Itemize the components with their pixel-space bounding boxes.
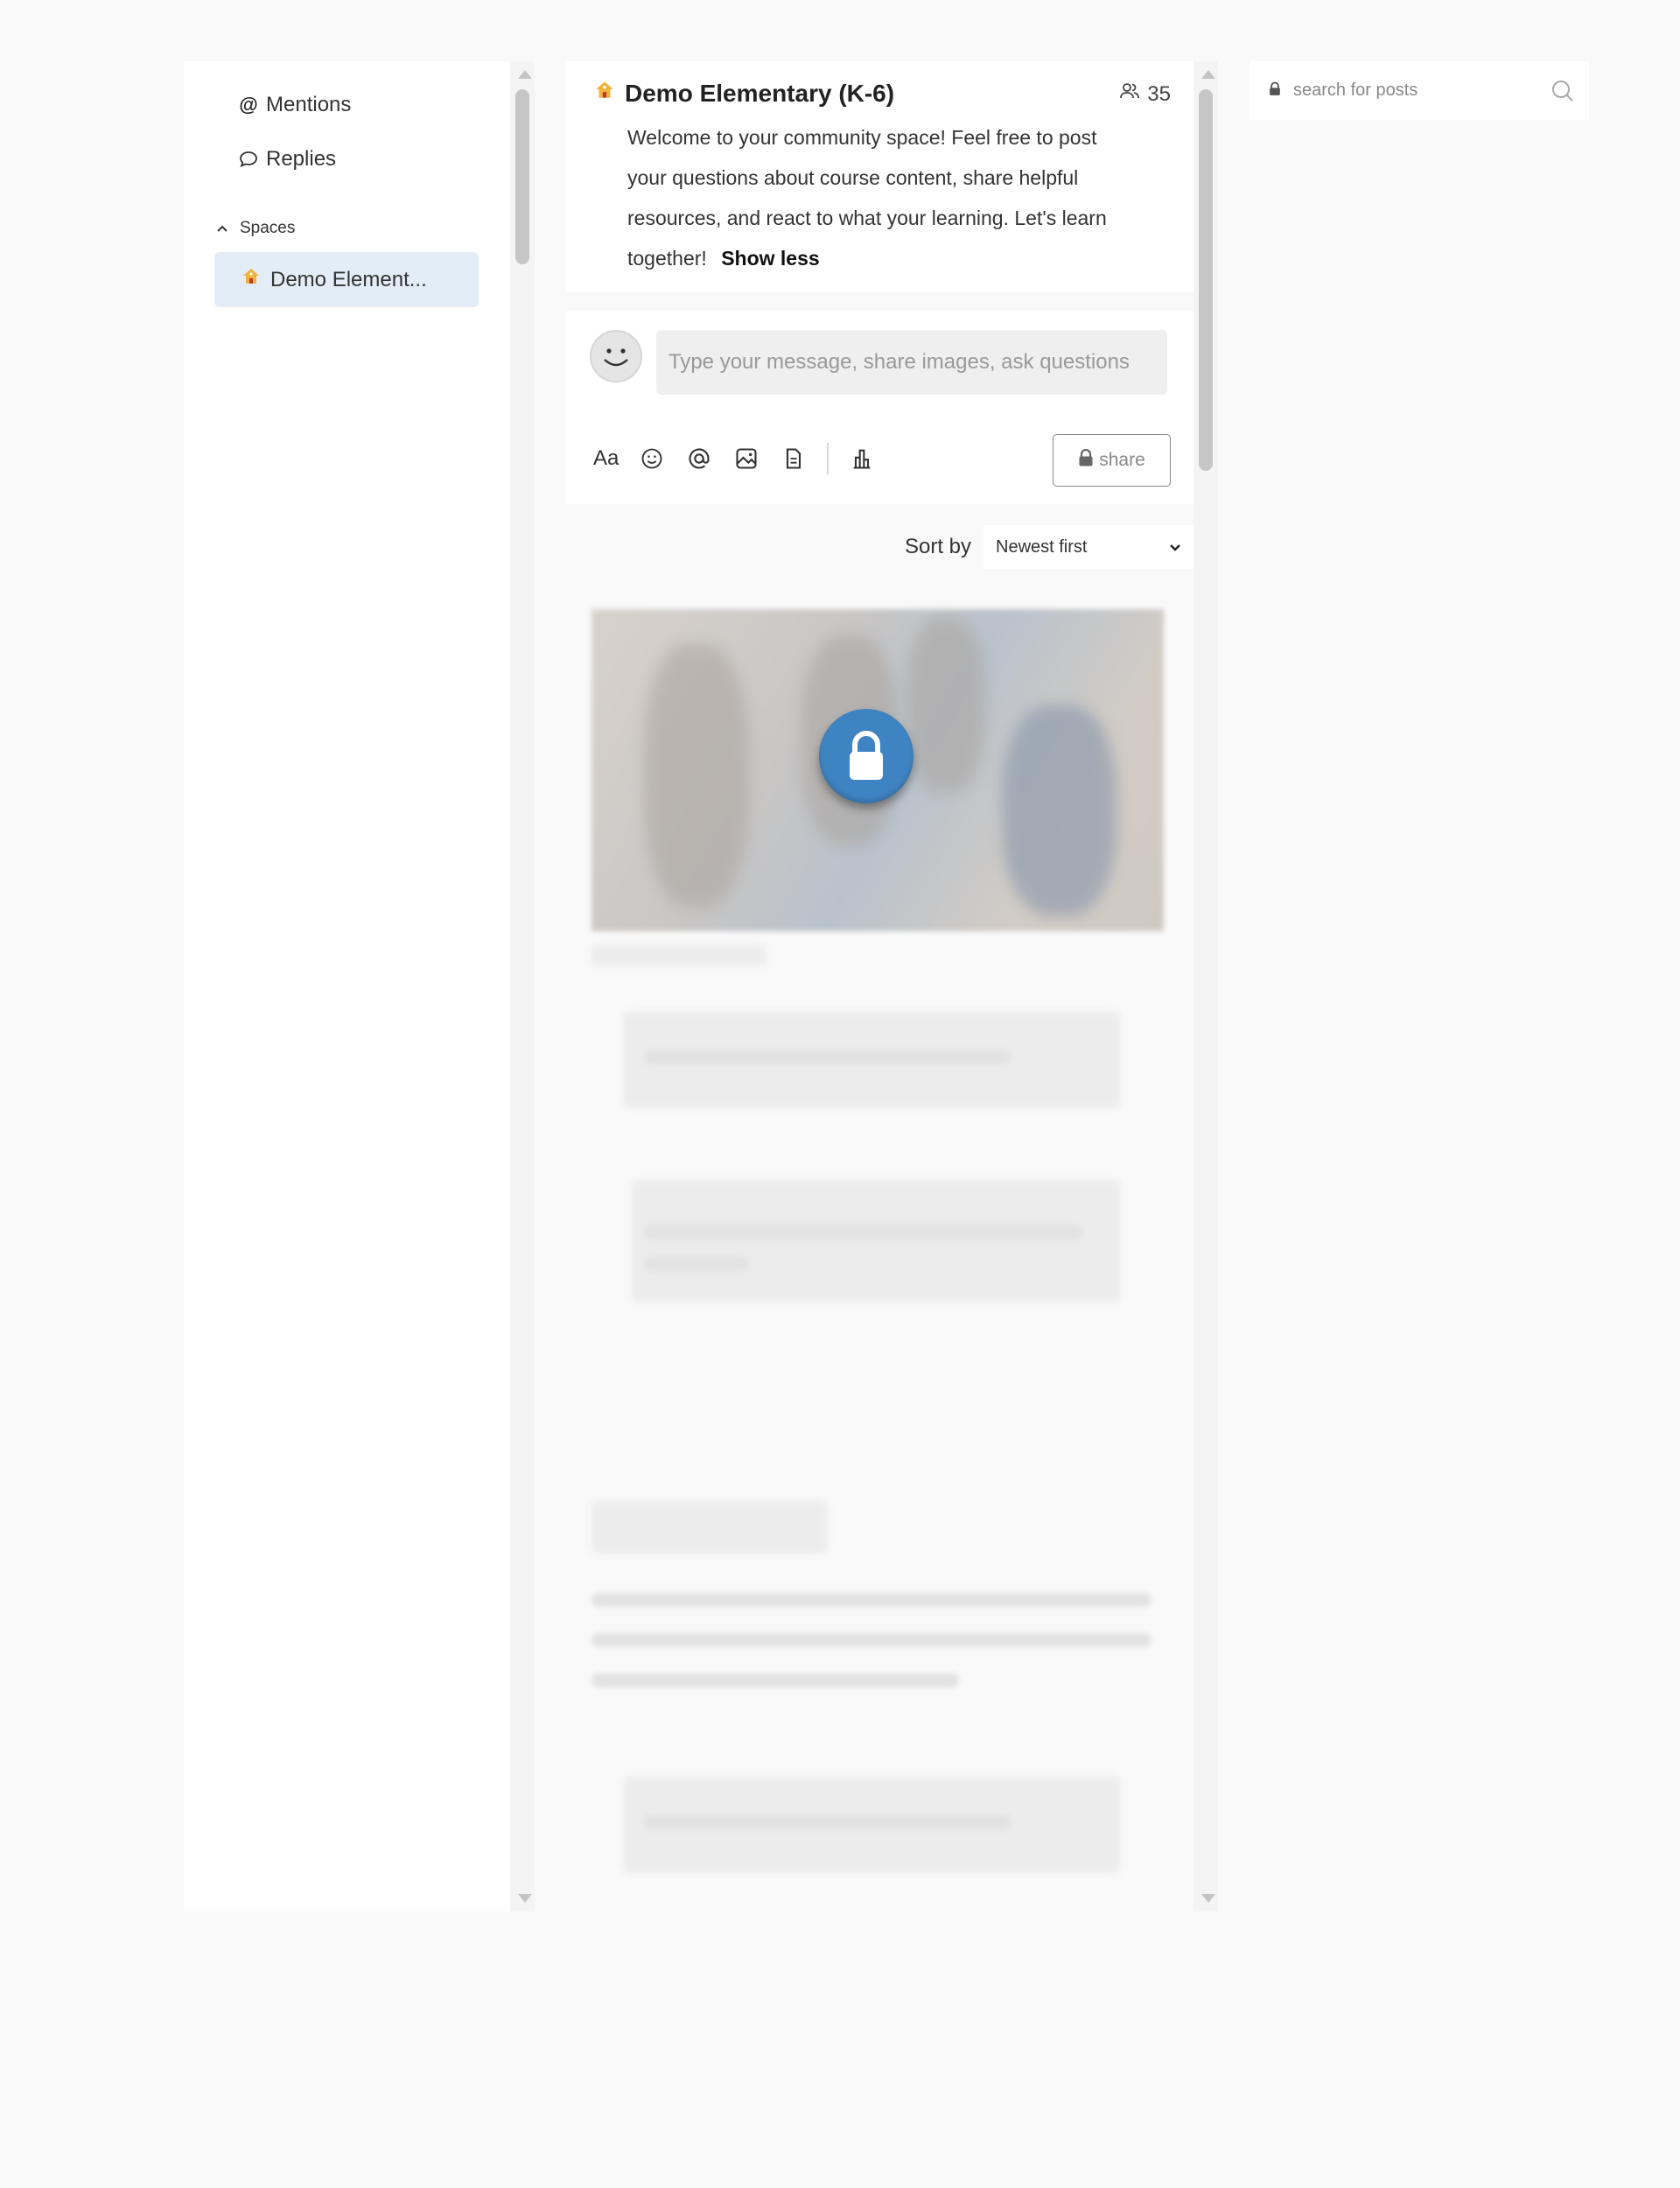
search-input[interactable] (1293, 81, 1547, 101)
message-input[interactable]: Type your message, share images, ask que… (656, 330, 1167, 395)
spaces-section-toggle[interactable]: Spaces (217, 219, 295, 238)
image-icon[interactable] (732, 445, 760, 473)
sidebar-item-label: Mentions (266, 93, 352, 116)
speech-bubble-icon (238, 149, 259, 170)
toolbar-divider (827, 443, 830, 474)
sidebar-item-label: Replies (266, 147, 337, 171)
poll-icon[interactable] (848, 445, 876, 473)
people-icon (1119, 81, 1140, 108)
space-title: Demo Elementary (K-6) (593, 79, 894, 108)
sidebar-item-replies[interactable]: Replies (238, 147, 336, 172)
sort-selected-value: Newest first (996, 536, 1088, 557)
house-icon (593, 79, 616, 108)
chevron-up-icon (217, 219, 228, 238)
blurred-content (644, 1257, 749, 1271)
blurred-content (644, 1050, 1012, 1064)
space-header-card: Demo Elementary (K-6) 35 Welcome to your… (565, 61, 1194, 292)
mention-icon[interactable] (685, 445, 713, 473)
lock-icon[interactable] (819, 709, 914, 803)
house-icon (241, 266, 262, 293)
sort-select[interactable]: Newest first (984, 525, 1194, 569)
lock-icon (1078, 448, 1094, 472)
at-icon: @ (239, 94, 258, 116)
sort-control: Sort by Newest first (905, 525, 1194, 569)
blurred-content (592, 945, 766, 966)
blurred-content (592, 1633, 1152, 1647)
blurred-content (644, 1815, 1012, 1829)
sidebar-item-demo-elementary[interactable]: Demo Element... (214, 252, 479, 307)
emoji-icon[interactable] (638, 445, 666, 473)
document-icon[interactable] (780, 445, 808, 473)
space-description: Welcome to your community space! Feel fr… (627, 117, 1117, 278)
scroll-thumb[interactable] (515, 89, 529, 264)
share-button[interactable]: share (1053, 434, 1171, 487)
member-count[interactable]: 35 (1119, 81, 1171, 108)
sidebar-scrollbar[interactable] (510, 61, 535, 1911)
feed-scrollbar[interactable] (1194, 61, 1218, 1911)
sidebar-item-mentions[interactable]: @ Mentions (238, 93, 351, 117)
blurred-content (592, 1593, 1152, 1607)
sidebar-item-label: Demo Element... (270, 267, 427, 291)
scroll-up-arrow[interactable] (1201, 70, 1215, 79)
sort-label: Sort by (904, 535, 971, 558)
chevron-down-icon (1169, 537, 1181, 558)
member-count-value: 35 (1147, 81, 1171, 106)
blurred-content (632, 1180, 1120, 1302)
search-icon[interactable] (1550, 79, 1575, 103)
scroll-up-arrow[interactable] (518, 70, 532, 79)
left-sidebar: @ Mentions Replies Spaces Demo Element..… (184, 61, 510, 1911)
space-title-text: Demo Elementary (K-6) (625, 79, 895, 107)
show-less-link[interactable]: Show less (721, 247, 819, 270)
scroll-down-arrow[interactable] (1201, 1894, 1215, 1903)
blurred-content (592, 1501, 828, 1553)
space-description-text: Welcome to your community space! Feel fr… (627, 126, 1107, 270)
scroll-thumb[interactable] (1199, 89, 1213, 471)
blurred-content (592, 1673, 959, 1687)
post-composer: Type your message, share images, ask que… (565, 312, 1194, 504)
avatar (590, 330, 642, 382)
blurred-content (644, 1225, 1082, 1239)
scroll-down-arrow[interactable] (518, 1894, 532, 1903)
lock-icon (1269, 81, 1281, 101)
share-label: share (1099, 450, 1145, 470)
search-box (1250, 61, 1589, 120)
composer-toolbar: Aa (593, 443, 876, 474)
spaces-label: Spaces (240, 219, 296, 237)
text-format-button[interactable]: Aa (593, 445, 619, 473)
